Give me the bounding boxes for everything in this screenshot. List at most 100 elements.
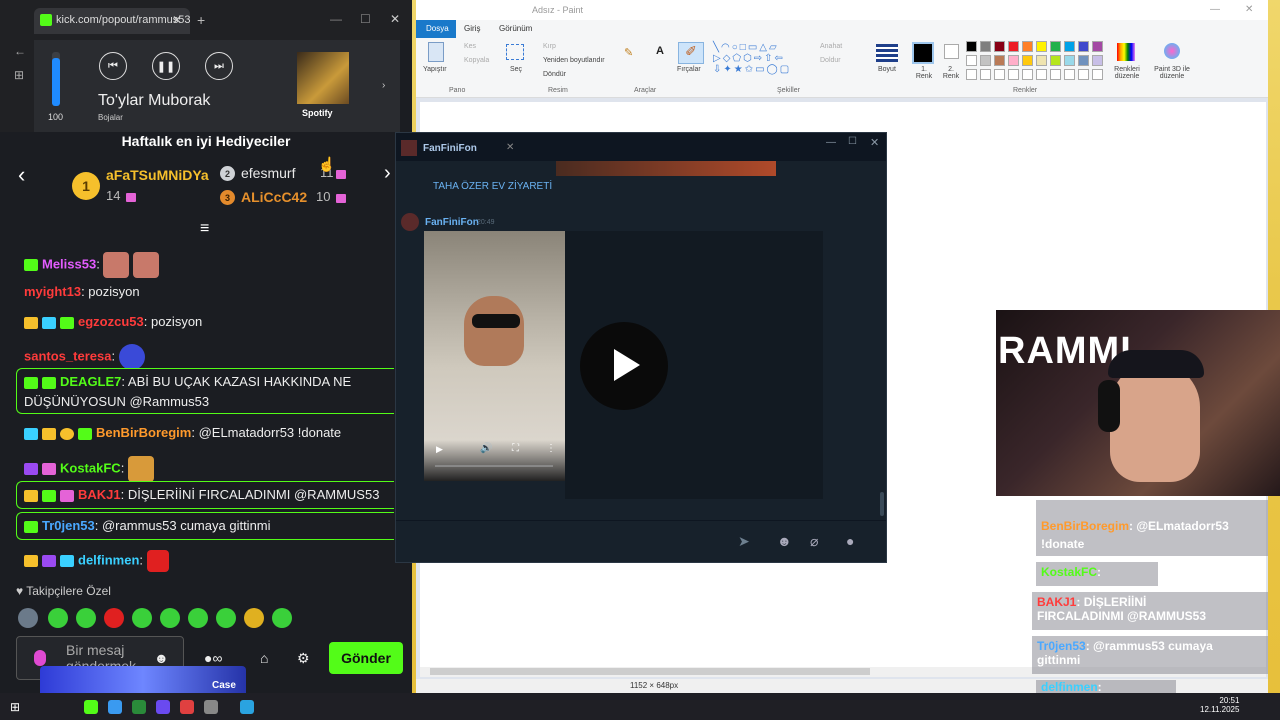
chat-username[interactable]: DEAGLE7 (60, 374, 121, 389)
palette-swatch[interactable] (1036, 41, 1047, 52)
emote-icon[interactable] (104, 608, 124, 628)
palette-swatch-empty[interactable] (994, 69, 1005, 80)
palette-swatch[interactable] (1050, 41, 1061, 52)
palette-swatch-empty[interactable] (1050, 69, 1061, 80)
paint-close-icon[interactable]: ✕ (1245, 4, 1253, 15)
close-chat-icon[interactable]: ✕ (506, 142, 514, 153)
palette-swatch[interactable] (1092, 55, 1103, 66)
paint-minimize-icon[interactable]: — (1210, 4, 1220, 15)
select-icon[interactable] (506, 44, 524, 60)
emote-icon[interactable] (18, 608, 38, 628)
next-track-icon[interactable]: ⏭ (205, 52, 233, 80)
palette-swatch-empty[interactable] (1092, 69, 1103, 80)
resize-button[interactable]: Yeniden boyutlandır (543, 57, 605, 64)
size-icon[interactable] (876, 44, 898, 62)
pause-icon[interactable]: ❚❚ (152, 52, 180, 80)
settings-gear-icon[interactable]: ⚙ (297, 650, 310, 667)
paint3d-button[interactable]: Paint 3D ile düzenle (1150, 66, 1194, 80)
fill-button[interactable]: Doldur (820, 57, 841, 64)
text-icon[interactable]: A (656, 45, 664, 57)
fullscreen-icon[interactable]: ⛶ (512, 443, 519, 454)
emote-icon[interactable] (216, 608, 236, 628)
volume-icon[interactable]: 🔊 (480, 443, 492, 454)
brush-icon[interactable]: ✐ (678, 42, 704, 64)
edit-colors-icon[interactable] (1117, 43, 1135, 61)
previous-media[interactable] (556, 161, 776, 176)
menu-file[interactable]: Dosya (416, 20, 456, 38)
palette-swatch[interactable] (1036, 55, 1047, 66)
back-icon[interactable]: ← (14, 44, 26, 58)
chat-username[interactable]: BenBirBoregim (96, 425, 191, 440)
chevron-right-icon[interactable]: › (384, 162, 391, 185)
chat-username[interactable]: BAKJ1 (78, 487, 121, 502)
cut-button[interactable]: Kes (464, 43, 476, 50)
close-icon[interactable]: ✕ (870, 136, 879, 149)
minimize-icon[interactable]: — (330, 12, 342, 26)
microphone-icon[interactable] (34, 650, 46, 666)
maximize-icon[interactable]: ☐ (848, 136, 857, 147)
rotate-button[interactable]: Döndür (543, 71, 566, 78)
send-icon[interactable]: ➤ (738, 533, 750, 550)
palette-swatch-empty[interactable] (1022, 69, 1033, 80)
chat-scrollbar[interactable] (880, 492, 884, 516)
palette-swatch[interactable] (1064, 41, 1075, 52)
palette-swatch[interactable] (1022, 55, 1033, 66)
chat-username[interactable]: KostakFC (60, 460, 121, 475)
palette-swatch-empty[interactable] (1008, 69, 1019, 80)
previous-track-icon[interactable]: ⏮ (99, 52, 127, 80)
send-button[interactable]: Gönder (329, 642, 403, 674)
emote-icon[interactable] (76, 608, 96, 628)
color-palette[interactable] (966, 41, 1114, 83)
new-tab-button[interactable]: + (197, 12, 205, 28)
palette-swatch[interactable] (966, 55, 977, 66)
size-button[interactable]: Boyut (878, 66, 896, 73)
palette-swatch[interactable] (966, 41, 977, 52)
palette-swatch[interactable] (1078, 55, 1089, 66)
chevron-right-icon[interactable]: › (382, 80, 385, 91)
emote-icon[interactable] (244, 608, 264, 628)
palette-swatch-empty[interactable] (1036, 69, 1047, 80)
attach-icon[interactable]: ⌀ (810, 533, 818, 550)
chevron-left-icon[interactable]: ‹ (18, 162, 25, 188)
app-icon[interactable] (180, 700, 194, 714)
clipboard-icon[interactable] (428, 42, 444, 62)
color-1-swatch[interactable] (912, 42, 934, 64)
chat-username[interactable]: Meliss53 (42, 256, 96, 271)
palette-swatch[interactable] (1022, 41, 1033, 52)
users-icon[interactable]: ●∞ (204, 650, 222, 666)
app-icon[interactable] (132, 700, 146, 714)
app-icon[interactable] (204, 700, 218, 714)
select-button[interactable]: Seç (510, 66, 522, 73)
menu-home[interactable]: Giriş (464, 24, 480, 33)
palette-swatch[interactable] (1078, 41, 1089, 52)
palette-swatch[interactable] (980, 55, 991, 66)
brushes-button[interactable]: Fırçalar (677, 66, 701, 73)
chat-username[interactable]: santos_teresa (24, 348, 111, 363)
paint3d-icon[interactable] (1164, 43, 1180, 59)
palette-swatch-empty[interactable] (1078, 69, 1089, 80)
browser-app-icon[interactable] (108, 700, 122, 714)
video-play-icon[interactable]: ▶ (436, 444, 443, 455)
more-icon[interactable]: ⋮ (546, 443, 556, 454)
emoji-picker-icon[interactable]: ☻ (154, 650, 169, 666)
palette-swatch[interactable] (1092, 41, 1103, 52)
chat-username[interactable]: Tr0jen53 (42, 518, 95, 533)
copy-button[interactable]: Kopyala (464, 57, 489, 64)
chat-username[interactable]: delfinmen (78, 552, 139, 567)
palette-swatch[interactable] (1064, 55, 1075, 66)
gifter-1-name[interactable]: aFaTSuMNiDYa (106, 167, 209, 183)
app-icon[interactable] (156, 700, 170, 714)
palette-swatch[interactable] (1008, 55, 1019, 66)
palette-swatch[interactable] (1050, 55, 1061, 66)
emote-icon[interactable] (160, 608, 180, 628)
telegram-app-icon[interactable] (240, 700, 254, 714)
shapes-gallery[interactable]: ╲◠○□▭△▱ ▷◇⬠⬡⇨⇧⇦ ⇩✦★✩▭◯▢ (713, 42, 813, 80)
gifter-3-name[interactable]: ALiCcC42 (241, 189, 307, 205)
browser-tab[interactable]: kick.com/popout/rammus53/cl (34, 8, 190, 34)
kick-app-icon[interactable] (84, 700, 98, 714)
chat-username[interactable]: egzozcu53 (78, 314, 144, 329)
crop-button[interactable]: Kırp (543, 43, 556, 50)
palette-swatch[interactable] (994, 41, 1005, 52)
color-2-swatch[interactable] (944, 44, 959, 59)
minimize-icon[interactable]: — (826, 137, 836, 148)
